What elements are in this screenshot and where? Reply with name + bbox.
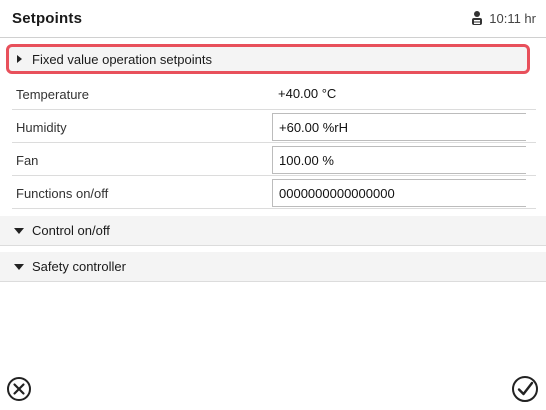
humidity-label: Humidity — [16, 120, 67, 135]
cancel-button[interactable] — [4, 374, 34, 404]
confirm-button[interactable] — [510, 374, 540, 404]
row-humidity[interactable]: Humidity +60.00 %rH — [12, 113, 536, 143]
fan-label: Fan — [16, 153, 39, 168]
expand-arrow-icon — [14, 263, 24, 270]
functions-label: Functions on/off — [16, 186, 109, 201]
page-title: Setpoints — [12, 10, 83, 27]
temperature-value[interactable]: +40.00 °C — [272, 80, 526, 108]
section-label: Fixed value operation setpoints — [32, 51, 212, 67]
functions-value[interactable]: 0000000000000000 — [272, 179, 526, 207]
group-label: Control on/off — [32, 223, 110, 238]
collapse-arrow-icon — [17, 55, 22, 63]
user-icon — [472, 11, 483, 25]
fan-value[interactable]: 100.00 % — [272, 146, 526, 174]
close-circle-icon — [7, 377, 31, 401]
status-area: 10:11 hr — [469, 10, 536, 26]
group-safety-controller[interactable]: Safety controller — [0, 252, 546, 282]
row-functions[interactable]: Functions on/off 0000000000000000 — [12, 179, 536, 209]
group-label: Safety controller — [32, 259, 126, 274]
row-fan[interactable]: Fan 100.00 % — [12, 146, 536, 176]
expand-arrow-icon — [14, 227, 24, 234]
group-control-on-off[interactable]: Control on/off — [0, 216, 546, 246]
clock-text: 10:11 hr — [489, 10, 536, 26]
humidity-value[interactable]: +60.00 %rH — [272, 113, 526, 141]
row-temperature[interactable]: Temperature +40.00 °C — [12, 80, 536, 110]
temperature-label: Temperature — [16, 87, 89, 102]
check-circle-icon — [512, 376, 538, 402]
section-fixed-value-setpoints[interactable]: Fixed value operation setpoints — [6, 44, 530, 74]
title-bar: Setpoints 10:11 hr — [0, 0, 546, 38]
setpoints-screen: Setpoints 10:11 hr Fixed value operation… — [0, 0, 546, 410]
